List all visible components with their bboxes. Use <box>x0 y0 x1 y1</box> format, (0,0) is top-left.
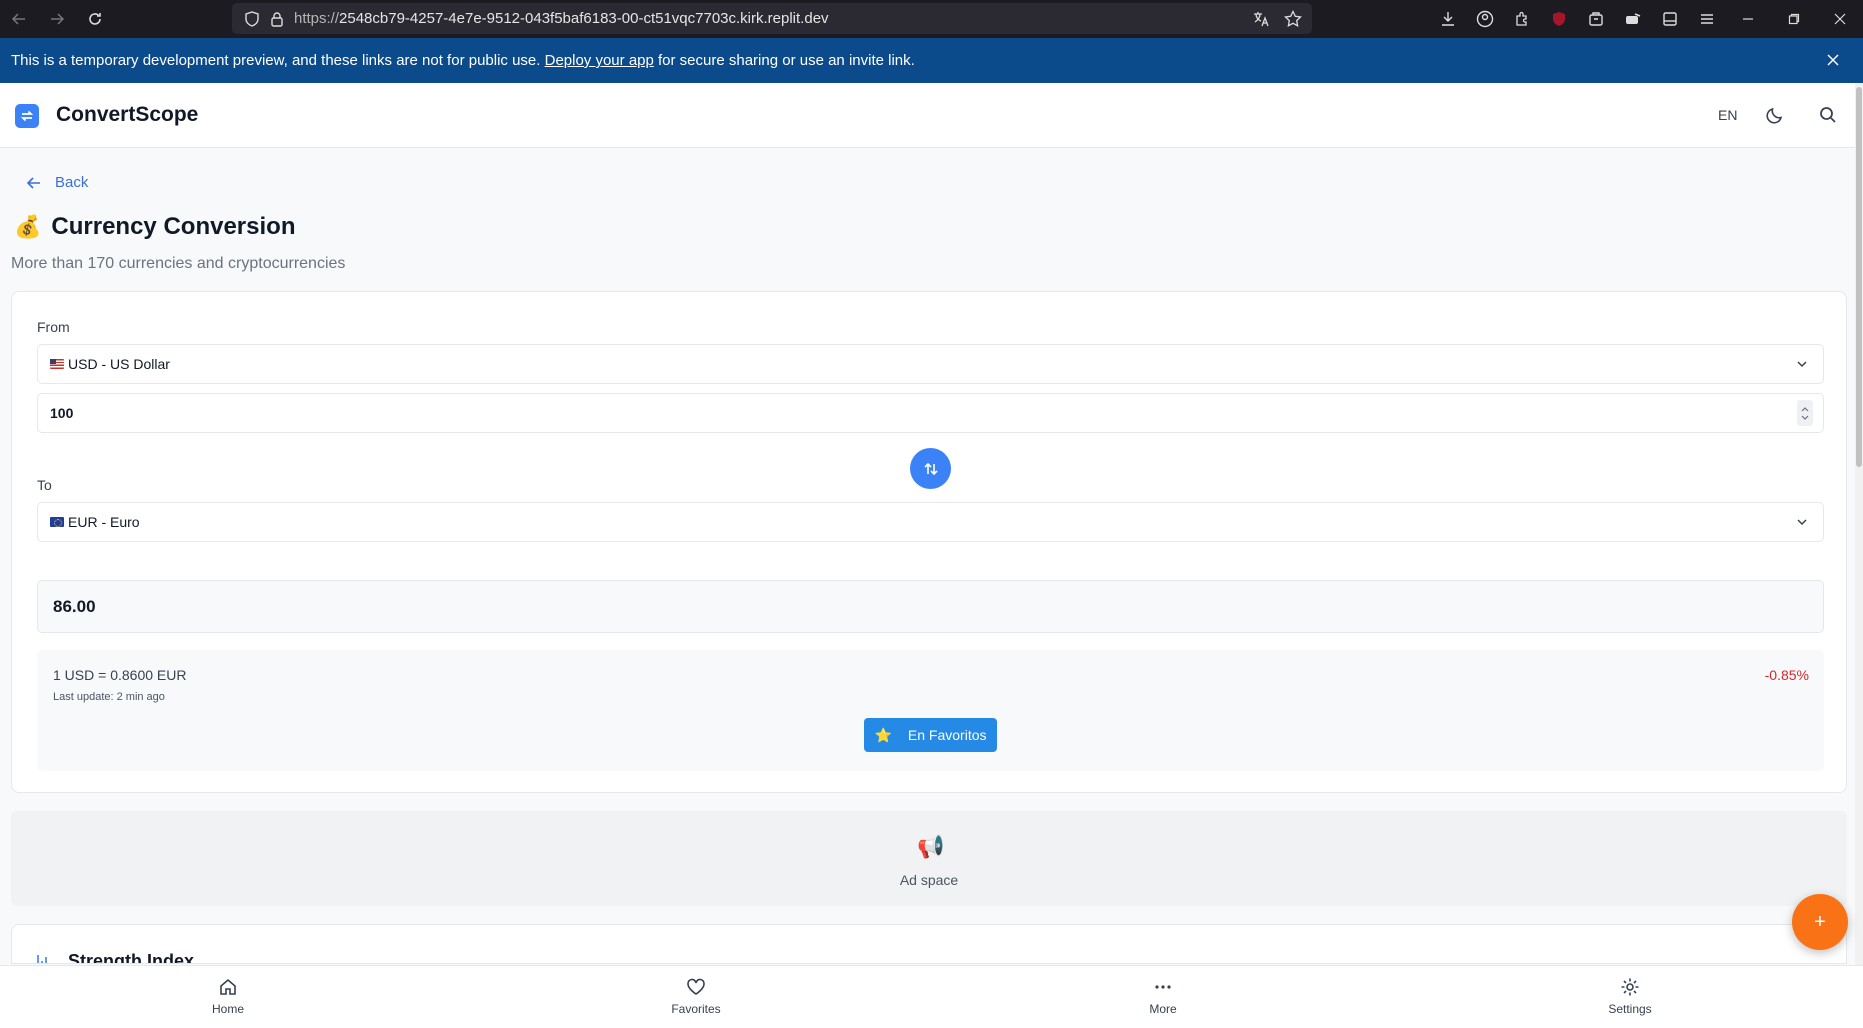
result-value: 86.00 <box>53 596 96 616</box>
url-text[interactable]: https://2548cb79-4257-4e7e-9512-043f5baf… <box>294 10 829 27</box>
amount-input[interactable]: 100 <box>37 393 1824 433</box>
forward-nav-icon[interactable] <box>38 0 76 38</box>
gaming-icon[interactable] <box>1614 0 1651 38</box>
close-window-icon[interactable] <box>1817 0 1863 38</box>
nav-more[interactable]: More <box>1103 977 1223 1016</box>
page-subtitle: More than 170 currencies and cryptocurre… <box>11 255 346 272</box>
to-currency-select[interactable]: EUR - Euro <box>37 502 1824 542</box>
banner-text-before: This is a temporary development preview,… <box>11 52 545 69</box>
gear-icon <box>1621 978 1639 996</box>
rate-change: -0.85% <box>1764 667 1809 683</box>
plus-icon: + <box>1814 910 1826 933</box>
swap-arrows-icon <box>923 462 938 475</box>
nav-settings[interactable]: Settings <box>1570 977 1690 1016</box>
amount-value: 100 <box>50 405 74 421</box>
us-flag-icon <box>50 359 64 369</box>
extensions-icon[interactable] <box>1503 0 1540 38</box>
to-label: To <box>37 477 52 493</box>
add-fab-button[interactable]: + <box>1792 894 1848 950</box>
swap-currencies-button[interactable] <box>910 448 951 489</box>
language-button[interactable]: EN <box>1718 107 1737 123</box>
back-link[interactable]: Back <box>27 174 88 191</box>
url-host: 2548cb79-4257-4e7e-9512-043f5baf6183-00-… <box>339 10 829 27</box>
nav-home-label: Home <box>211 1002 244 1016</box>
money-bag-icon: 💰 <box>14 214 42 239</box>
close-banner-icon[interactable] <box>1823 50 1843 70</box>
bottom-nav: Home Favorites More Settings <box>0 965 1863 1028</box>
ublock-icon[interactable] <box>1540 0 1577 38</box>
lock-icon[interactable] <box>270 11 284 27</box>
nav-settings-label: Settings <box>1608 1002 1652 1016</box>
favorite-label: En Favoritos <box>907 727 987 743</box>
result-display: 86.00 <box>37 580 1824 633</box>
star-icon: ⭐ <box>874 726 892 743</box>
back-label: Back <box>55 174 89 191</box>
rate-panel: 1 USD = 0.8600 EUR Last update: 2 min ag… <box>37 650 1824 771</box>
arrow-left-icon <box>27 176 40 189</box>
to-currency-value: EUR - Euro <box>68 514 140 530</box>
nav-favorites-label: Favorites <box>671 1002 721 1016</box>
chevron-down-icon <box>1797 519 1807 526</box>
page-scrollbar[interactable] <box>1855 83 1863 965</box>
account-icon[interactable] <box>1466 0 1503 38</box>
dev-preview-banner: This is a temporary development preview,… <box>0 38 1863 83</box>
from-label: From <box>37 319 70 335</box>
eu-flag-icon <box>50 517 64 527</box>
banner-text-after: for secure sharing or use an invite link… <box>653 52 915 69</box>
heart-icon <box>687 978 705 995</box>
url-scheme: https:// <box>294 10 340 27</box>
ad-label: Ad space <box>899 872 959 888</box>
converter-card: From USD - US Dollar 100 To EUR - Euro 8… <box>11 291 1847 793</box>
add-favorite-button[interactable]: ⭐ En Favoritos <box>864 718 997 752</box>
minimize-icon[interactable] <box>1725 0 1771 38</box>
exchange-rate: 1 USD = 0.8600 EUR <box>53 667 187 683</box>
translate-icon[interactable] <box>1252 10 1270 28</box>
logo-icon[interactable] <box>15 104 39 128</box>
bookmark-star-icon[interactable] <box>1284 10 1302 28</box>
strength-index-card: Strength Index <box>11 924 1847 964</box>
page-title-text: Currency Conversion <box>51 213 296 240</box>
back-nav-icon[interactable] <box>0 0 38 38</box>
nav-home[interactable]: Home <box>168 977 288 1016</box>
from-currency-select[interactable]: USD - US Dollar <box>37 344 1824 384</box>
amount-stepper[interactable] <box>1797 400 1813 426</box>
from-currency-value: USD - US Dollar <box>68 356 170 372</box>
sidebar-icon[interactable] <box>1651 0 1688 38</box>
more-dots-icon <box>1155 985 1171 989</box>
scrollbar-thumb[interactable] <box>1856 87 1862 467</box>
chevron-down-icon <box>1797 361 1807 368</box>
deploy-app-link[interactable]: Deploy your app <box>545 52 654 69</box>
bar-chart-icon <box>37 955 51 963</box>
restore-icon[interactable] <box>1771 0 1817 38</box>
nav-more-label: More <box>1149 1002 1177 1016</box>
moon-icon[interactable] <box>1765 105 1785 125</box>
nav-favorites[interactable]: Favorites <box>636 977 756 1016</box>
container-icon[interactable] <box>1577 0 1614 38</box>
browser-toolbar: https://2548cb79-4257-4e7e-9512-043f5baf… <box>0 0 1863 38</box>
menu-icon[interactable] <box>1688 0 1725 38</box>
home-icon <box>220 978 236 995</box>
download-icon[interactable] <box>1429 0 1466 38</box>
address-bar[interactable]: https://2548cb79-4257-4e7e-9512-043f5baf… <box>232 3 1312 34</box>
megaphone-icon: 📢 <box>917 834 945 859</box>
reload-icon[interactable] <box>76 0 114 38</box>
strength-index-title: Strength Index <box>68 951 195 964</box>
app-header: ConvertScope EN <box>0 83 1855 148</box>
shield-icon[interactable] <box>244 10 260 27</box>
page-title: 💰 Currency Conversion <box>14 213 295 241</box>
search-icon[interactable] <box>1818 105 1838 125</box>
last-update: Last update: 2 min ago <box>53 691 165 703</box>
ad-space: 📢 Ad space <box>11 811 1847 906</box>
app-name[interactable]: ConvertScope <box>56 103 198 127</box>
